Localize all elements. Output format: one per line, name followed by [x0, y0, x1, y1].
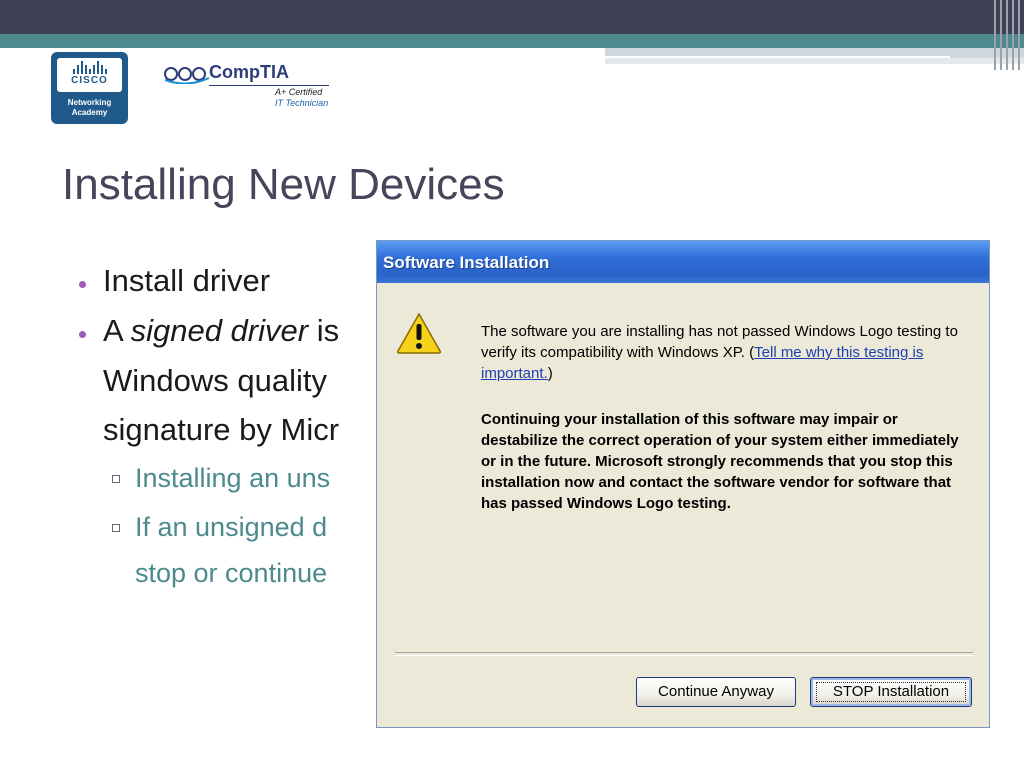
continue-anyway-button[interactable]: Continue Anyway	[636, 677, 796, 707]
cisco-networking-academy-logo: CISCO Networking Academy	[51, 52, 128, 124]
comptia-it-technician-label: IT Technician	[275, 98, 329, 108]
banner-stripes	[990, 0, 1024, 70]
networking-academy-label: Networking Academy	[67, 98, 112, 117]
bullet-signed-driver-line2: Windows quality	[103, 363, 327, 398]
dialog-separator	[395, 652, 973, 656]
cisco-wordmark: CISCO	[71, 75, 108, 86]
slide-title: Installing New Devices	[62, 160, 505, 209]
light-banner-2	[605, 58, 1024, 64]
comptia-logo: CompTIA A+ Certified IT Technician	[163, 60, 333, 114]
bullet-signed-driver: A signed driver is	[103, 313, 339, 349]
focus-rectangle	[816, 682, 966, 702]
sub-bullet-marker	[112, 475, 120, 483]
stop-installation-button[interactable]: STOP Installation	[810, 677, 972, 707]
sub-bullet-unsigned-prompt: If an unsigned d	[135, 512, 328, 542]
comptia-wordmark: CompTIA	[209, 62, 289, 82]
signed-driver-term: signed driver	[130, 313, 309, 348]
cisco-bars-icon	[57, 60, 122, 74]
bullet-signed-driver-line3: signature by Micr	[103, 412, 340, 447]
bullet-dot	[79, 331, 86, 338]
bullet-dot	[79, 281, 86, 288]
sub-bullet-unsigned-install: Installing an uns	[135, 463, 331, 493]
bullet-signed-driver-suffix: is	[308, 313, 340, 348]
dialog-titlebar[interactable]: Software Installation	[377, 241, 989, 283]
bullet-signed-driver-prefix: A	[103, 313, 131, 348]
comptia-rule	[209, 85, 329, 86]
dialog-message: The software you are installing has not …	[481, 321, 961, 384]
bullet-install-driver: Install driver	[103, 263, 271, 298]
teal-banner	[0, 34, 1024, 48]
sub-bullet-unsigned-prompt-line2: stop or continue	[135, 558, 328, 588]
dialog-title: Software Installation	[383, 253, 550, 272]
comptia-certified-label: A+ Certified	[275, 87, 323, 97]
banner-line	[605, 56, 950, 58]
dialog-message-close: )	[547, 365, 553, 382]
comptia-rings-icon	[164, 67, 210, 84]
sub-bullet-marker	[112, 524, 120, 532]
top-banner	[0, 0, 1024, 34]
warning-icon	[396, 312, 442, 354]
software-installation-dialog: Software Installation The software you a…	[376, 240, 990, 728]
dialog-warning-text: Continuing your installation of this sof…	[481, 411, 959, 512]
